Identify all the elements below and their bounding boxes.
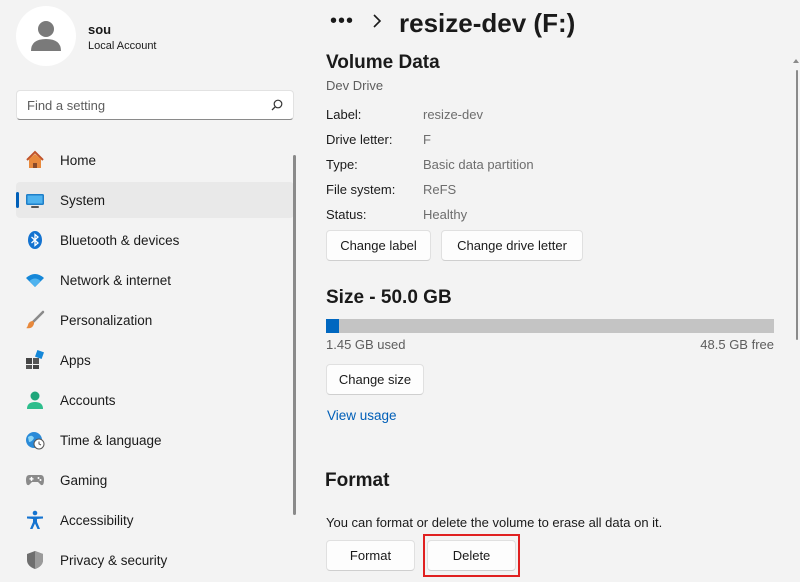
usage-progress-bar [326, 319, 774, 333]
gamepad-icon [26, 475, 44, 486]
file-system-value: ReFS [423, 182, 457, 197]
user-avatar[interactable] [16, 6, 76, 66]
drive-letter-label: Drive letter: [326, 132, 393, 147]
status-value: Healthy [423, 207, 468, 222]
scroll-up-arrow-icon[interactable] [793, 58, 799, 64]
sidebar-item-label: Privacy & security [60, 552, 168, 568]
file-system-label: File system: [326, 182, 396, 197]
wifi-icon [26, 274, 44, 287]
sidebar-item-label: Personalization [60, 312, 153, 328]
user-name: sou [88, 22, 112, 37]
brush-icon [26, 310, 45, 329]
type-value: Basic data partition [423, 157, 534, 172]
sidebar-item-gaming[interactable]: Gaming [16, 462, 294, 498]
person-silhouette-icon [31, 21, 61, 51]
change-size-button[interactable]: Change size [326, 364, 424, 395]
label-field-label: Label: [326, 107, 362, 122]
content-scrollbar-thumb[interactable] [796, 70, 798, 340]
system-icon [26, 194, 44, 208]
type-label: Type: [326, 157, 358, 172]
apps-icon [26, 350, 44, 369]
shield-icon [27, 551, 43, 569]
drive-letter-value: F [423, 132, 431, 147]
sidebar-item-privacy-security[interactable]: Privacy & security [16, 542, 294, 578]
sidebar-item-home[interactable]: Home [16, 142, 294, 178]
accessibility-icon [27, 510, 43, 529]
sidebar-item-label: Bluetooth & devices [60, 232, 180, 248]
breadcrumb-overflow-button[interactable]: ••• [330, 10, 354, 33]
format-heading: Format [325, 470, 390, 491]
clock-globe-icon [26, 432, 45, 450]
change-label-button[interactable]: Change label [326, 230, 431, 261]
user-account-type: Local Account [88, 40, 157, 52]
size-heading: Size - 50.0 GB [326, 287, 452, 308]
volume-subtitle: Dev Drive [326, 78, 384, 93]
sidebar-item-label: Accounts [60, 392, 116, 408]
sidebar-item-label: Apps [60, 352, 91, 368]
chevron-right-icon [373, 14, 382, 28]
sidebar-nav: Home System Bluetooth & devices Network … [16, 142, 294, 582]
free-space-text: 48.5 GB free [700, 337, 774, 352]
format-button[interactable]: Format [326, 540, 415, 571]
status-label: Status: [326, 207, 367, 222]
sidebar-item-label: Accessibility [60, 512, 134, 528]
sidebar-scrollbar[interactable] [293, 155, 296, 515]
volume-data-heading: Volume Data [326, 52, 440, 73]
search-input[interactable] [17, 91, 267, 119]
sidebar-item-label: Home [60, 152, 97, 168]
sidebar-item-accounts[interactable]: Accounts [16, 382, 294, 418]
search-box[interactable] [16, 90, 294, 120]
page-title: resize-dev (F:) [399, 8, 576, 38]
home-icon [26, 150, 44, 168]
sidebar-item-personalization[interactable]: Personalization [16, 302, 294, 338]
label-field-value: resize-dev [423, 107, 483, 122]
sidebar-item-label: Network & internet [60, 272, 172, 288]
view-usage-link[interactable]: View usage [327, 408, 397, 423]
search-icon[interactable] [271, 99, 283, 111]
sidebar-item-time-language[interactable]: Time & language [16, 422, 294, 458]
sidebar-item-apps[interactable]: Apps [16, 342, 294, 378]
sidebar-item-accessibility[interactable]: Accessibility [16, 502, 294, 538]
sidebar-item-label: Time & language [60, 432, 162, 448]
used-space-text: 1.45 GB used [326, 337, 406, 352]
sidebar-item-system[interactable]: System [16, 182, 294, 218]
sidebar-item-network[interactable]: Network & internet [16, 262, 294, 298]
usage-progress-fill [326, 319, 339, 333]
bluetooth-icon [28, 231, 42, 249]
delete-button[interactable]: Delete [427, 540, 516, 571]
sidebar-item-label: Gaming [60, 472, 108, 488]
format-description: You can format or delete the volume to e… [326, 515, 663, 530]
change-drive-letter-button[interactable]: Change drive letter [441, 230, 583, 261]
sidebar-item-bluetooth[interactable]: Bluetooth & devices [16, 222, 294, 258]
person-icon [27, 391, 43, 409]
sidebar-item-label: System [60, 192, 106, 208]
